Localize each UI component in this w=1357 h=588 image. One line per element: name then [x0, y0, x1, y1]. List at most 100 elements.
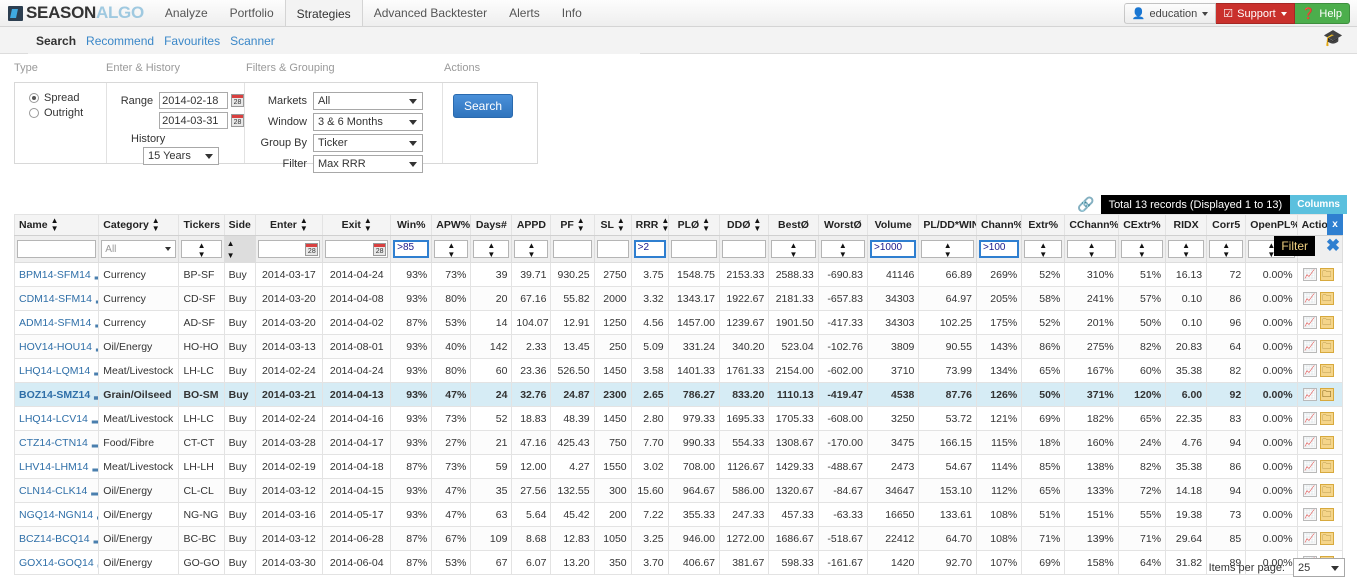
- bar-chart-icon[interactable]: ▂▄▆: [95, 317, 97, 328]
- cell-name[interactable]: CDM14-SFM14▂▄▆: [13, 286, 100, 311]
- strategy-name-link[interactable]: LHQ14-LQM14: [19, 365, 90, 377]
- filter-input-sl[interactable]: [596, 240, 629, 258]
- chart-icon[interactable]: 📈: [1302, 316, 1317, 329]
- filter-input-appd[interactable]: ▲ ▼: [514, 240, 549, 259]
- cell-name[interactable]: BCZ14-BCQ14 ▂▄▆: [13, 526, 100, 551]
- brand-logo[interactable]: SEASON ALGO: [0, 0, 154, 26]
- cell-name[interactable]: LHQ14-LCV14 ▂▄▆: [13, 406, 100, 431]
- subnav-item-scanner[interactable]: Scanner: [230, 34, 275, 48]
- col-header-cchann[interactable]: CChann%: [1064, 214, 1119, 236]
- strategy-name-link[interactable]: CDM14-SFM14: [19, 293, 92, 305]
- col-header-besto[interactable]: BestØ: [768, 214, 819, 236]
- filter-input-apw[interactable]: ▲ ▼: [434, 240, 469, 259]
- cell-name[interactable]: CTZ14-CTN14 ▂▄▆: [13, 430, 100, 455]
- nav-item-analyze[interactable]: Analyze: [154, 0, 219, 26]
- folder-icon[interactable]: 🗀: [1319, 388, 1334, 401]
- date-from-input[interactable]: 2014-02-18: [159, 92, 228, 109]
- graduation-cap-icon[interactable]: 🎓: [1323, 31, 1343, 47]
- link-icon[interactable]: 🔗: [1077, 196, 1094, 213]
- filter-input-name[interactable]: [17, 240, 97, 258]
- subnav-item-favourites[interactable]: Favourites: [164, 34, 220, 48]
- col-header-enter[interactable]: Enter ▲ ▼: [254, 214, 324, 236]
- calendar-icon[interactable]: 28: [305, 242, 319, 256]
- calendar-icon[interactable]: 28: [373, 242, 387, 256]
- folder-icon[interactable]: 🗀: [1319, 436, 1334, 449]
- filter-input-plddwin[interactable]: ▲ ▼: [921, 240, 974, 259]
- col-header-ridx[interactable]: RIDX: [1165, 214, 1208, 236]
- columns-button[interactable]: Columns: [1290, 195, 1347, 214]
- table-row[interactable]: GOX14-GOQ14▂▄▆Oil/EnergyGO-GOBuy2014-03-…: [13, 550, 1344, 575]
- strategy-name-link[interactable]: BPM14-SFM14: [19, 269, 91, 281]
- cell-name[interactable]: BOZ14-SMZ14 ▂▄▆: [13, 382, 100, 407]
- filter-input-volume[interactable]: >1000: [870, 240, 917, 258]
- strategy-name-link[interactable]: NGQ14-NGN14: [19, 509, 93, 521]
- bar-chart-icon[interactable]: ▂▄▆: [92, 437, 98, 448]
- filter-input-exit[interactable]: 28: [325, 240, 389, 258]
- folder-icon[interactable]: 🗀: [1319, 316, 1334, 329]
- calendar-icon[interactable]: 28: [231, 94, 244, 107]
- chart-icon[interactable]: 📈: [1302, 532, 1317, 545]
- table-row[interactable]: HOV14-HOU14▂▄▆Oil/EnergyHO-HOBuy2014-03-…: [13, 334, 1344, 359]
- filter-input-ridx[interactable]: ▲ ▼: [1168, 240, 1205, 259]
- radio-outright[interactable]: Outright: [29, 107, 106, 119]
- filter-input-rrr[interactable]: >2: [633, 240, 666, 258]
- folder-icon[interactable]: 🗀: [1319, 460, 1334, 473]
- table-row[interactable]: CLN14-CLK14 ▂▄▆Oil/EnergyCL-CLBuy2014-03-…: [13, 478, 1344, 503]
- strategy-name-link[interactable]: BCZ14-BCQ14: [19, 533, 90, 545]
- filter-input-corr5[interactable]: ▲ ▼: [1209, 240, 1244, 259]
- strategy-name-link[interactable]: LHQ14-LCV14: [19, 413, 88, 425]
- folder-icon[interactable]: 🗀: [1319, 484, 1334, 497]
- filter-tag-button[interactable]: Filter: [1274, 236, 1315, 256]
- radio-spread[interactable]: Spread: [29, 92, 106, 104]
- subnav-item-recommend[interactable]: Recommend: [86, 34, 154, 48]
- chart-icon[interactable]: 📈: [1302, 388, 1317, 401]
- chart-icon[interactable]: 📈: [1302, 460, 1317, 473]
- folder-icon[interactable]: 🗀: [1319, 364, 1334, 377]
- strategy-name-link[interactable]: CLN14-CLK14: [19, 485, 87, 497]
- col-header-corr5[interactable]: Corr5: [1206, 214, 1247, 236]
- filter-input-days[interactable]: ▲ ▼: [473, 240, 510, 259]
- filter-sort-side[interactable]: ▲ ▼: [227, 239, 235, 260]
- col-header-sl[interactable]: SL ▲ ▼: [593, 214, 632, 236]
- chart-icon[interactable]: 📈: [1302, 412, 1317, 425]
- col-header-win[interactable]: Win%: [390, 214, 433, 236]
- table-row[interactable]: NGQ14-NGN14▂▄▆Oil/EnergyNG-NGBuy2014-03-…: [13, 502, 1344, 527]
- table-row[interactable]: CDM14-SFM14▂▄▆CurrencyCD-SFBuy2014-03-20…: [13, 286, 1344, 311]
- table-row[interactable]: LHQ14-LCV14▂▄▆Meat/LivestockLH-LCBuy2014…: [13, 406, 1344, 431]
- filter-select[interactable]: Max RRR: [313, 155, 423, 173]
- col-header-cextr[interactable]: CExtr%: [1117, 214, 1167, 236]
- table-row[interactable]: BPM14-SFM14 ▂▄▆CurrencyBP-SFBuy2014-03-17…: [13, 262, 1344, 287]
- filter-input-extr[interactable]: ▲ ▼: [1024, 240, 1063, 259]
- close-columns-badge[interactable]: x: [1327, 214, 1343, 235]
- chart-icon[interactable]: 📈: [1302, 508, 1317, 521]
- nav-item-portfolio[interactable]: Portfolio: [219, 0, 285, 26]
- cell-name[interactable]: LHQ14-LQM14 ▂▄▆: [13, 358, 100, 383]
- table-row[interactable]: LHV14-LHM14▂▄▆Meat/LivestockLH-LHBuy2014…: [13, 454, 1344, 479]
- groupby-select[interactable]: Ticker: [313, 134, 423, 152]
- filter-input-plo[interactable]: [670, 240, 718, 258]
- cell-name[interactable]: BPM14-SFM14 ▂▄▆: [13, 262, 100, 287]
- col-header-apw[interactable]: APW%: [431, 214, 472, 236]
- filter-input-chann[interactable]: >100: [978, 240, 1020, 258]
- folder-icon[interactable]: 🗀: [1319, 292, 1334, 305]
- col-header-chann[interactable]: Chann%: [975, 214, 1023, 236]
- close-icon[interactable]: ✖: [1323, 236, 1343, 256]
- filter-input-worsto[interactable]: ▲ ▼: [820, 240, 865, 259]
- col-header-rrr[interactable]: RRR▲▼: [630, 214, 669, 236]
- col-header-category[interactable]: Category ▲ ▼: [98, 214, 180, 236]
- col-header-openpl[interactable]: OpenPL%: [1245, 214, 1298, 236]
- table-row[interactable]: ADM14-SFM14 ▂▄▆CurrencyAD-SFBuy2014-03-20…: [13, 310, 1344, 335]
- cell-name[interactable]: GOX14-GOQ14▂▄▆: [13, 550, 100, 575]
- strategy-name-link[interactable]: GOX14-GOQ14: [19, 557, 94, 569]
- nav-item-advanced-backtester[interactable]: Advanced Backtester: [363, 0, 498, 26]
- markets-select[interactable]: All: [313, 92, 423, 110]
- filter-input-cextr[interactable]: ▲ ▼: [1120, 240, 1164, 259]
- nav-item-alerts[interactable]: Alerts: [498, 0, 551, 26]
- col-header-plddwin[interactable]: PL/DD*WIN: [918, 214, 977, 236]
- col-header-name[interactable]: Name ▲ ▼: [13, 214, 100, 236]
- date-to-input[interactable]: 2014-03-31: [159, 112, 228, 129]
- bar-chart-icon[interactable]: ▂▄▆: [95, 269, 98, 280]
- filter-select-category[interactable]: All: [101, 240, 177, 258]
- strategy-name-link[interactable]: CTZ14-CTN14: [19, 437, 88, 449]
- help-button[interactable]: ❓ Help: [1294, 3, 1350, 24]
